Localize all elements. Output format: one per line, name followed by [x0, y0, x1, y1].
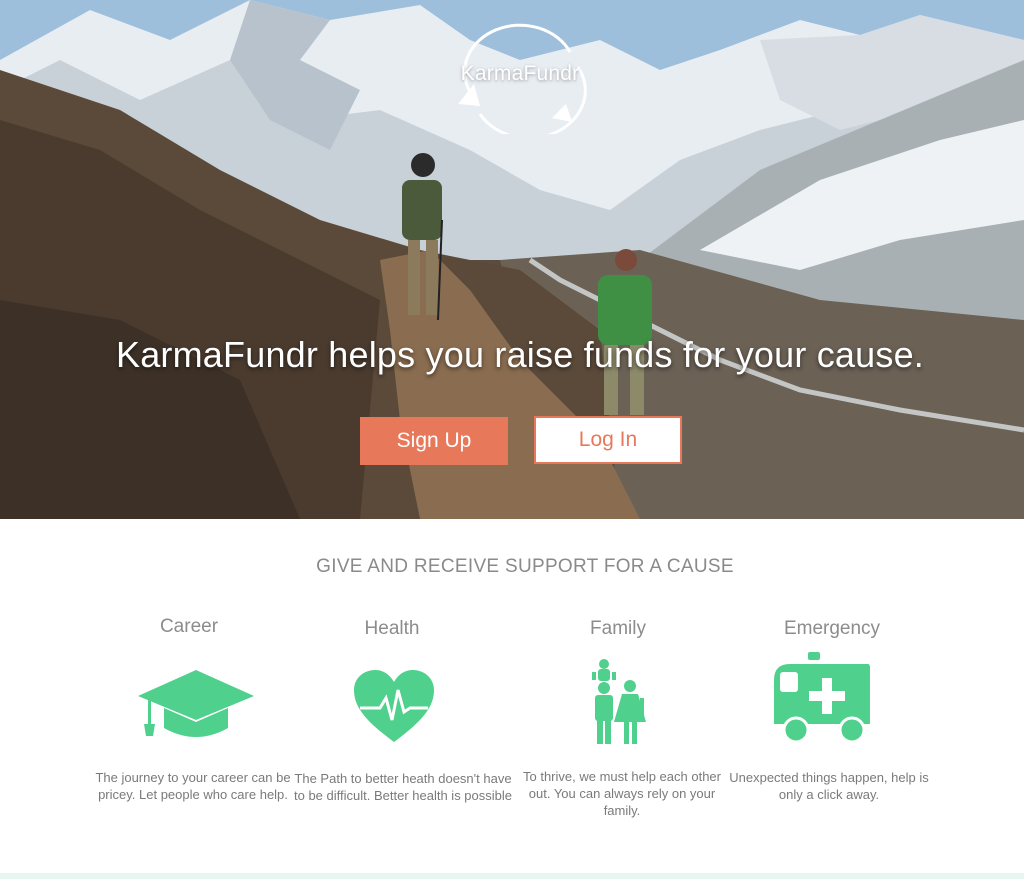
- heartbeat-icon: [354, 670, 434, 742]
- log-in-button[interactable]: Log In: [534, 416, 682, 464]
- family-icon: [592, 659, 646, 744]
- karmafundr-logo[interactable]: KarmaFundr: [440, 22, 600, 134]
- hero-headline: KarmaFundr helps you raise funds for you…: [116, 334, 924, 375]
- sign-up-button[interactable]: Sign Up: [360, 417, 508, 465]
- feature-desc-career: The journey to your career can be pricey…: [95, 770, 291, 802]
- feature-desc-family: To thrive, we must help each other out. …: [523, 769, 721, 818]
- feature-desc-emergency: Unexpected things happen, help is only a…: [729, 770, 929, 802]
- section-title: GIVE AND RECEIVE SUPPORT FOR A CAUSE: [316, 556, 734, 577]
- graduation-cap-icon: [138, 670, 254, 737]
- hero-banner: KarmaFundr KarmaFundr helps you raise fu…: [0, 0, 1024, 519]
- logo-wordmark: KarmaFundr: [460, 62, 580, 85]
- feature-title-health: Health: [364, 618, 420, 639]
- feature-desc-health: The Path to better heath doesn't have to…: [294, 771, 512, 803]
- ambulance-icon: [774, 652, 870, 744]
- footer-strip: [0, 873, 1024, 879]
- feature-title-emergency: Emergency: [783, 618, 881, 639]
- feature-title-family: Family: [590, 618, 646, 639]
- feature-title-career: Career: [159, 616, 219, 637]
